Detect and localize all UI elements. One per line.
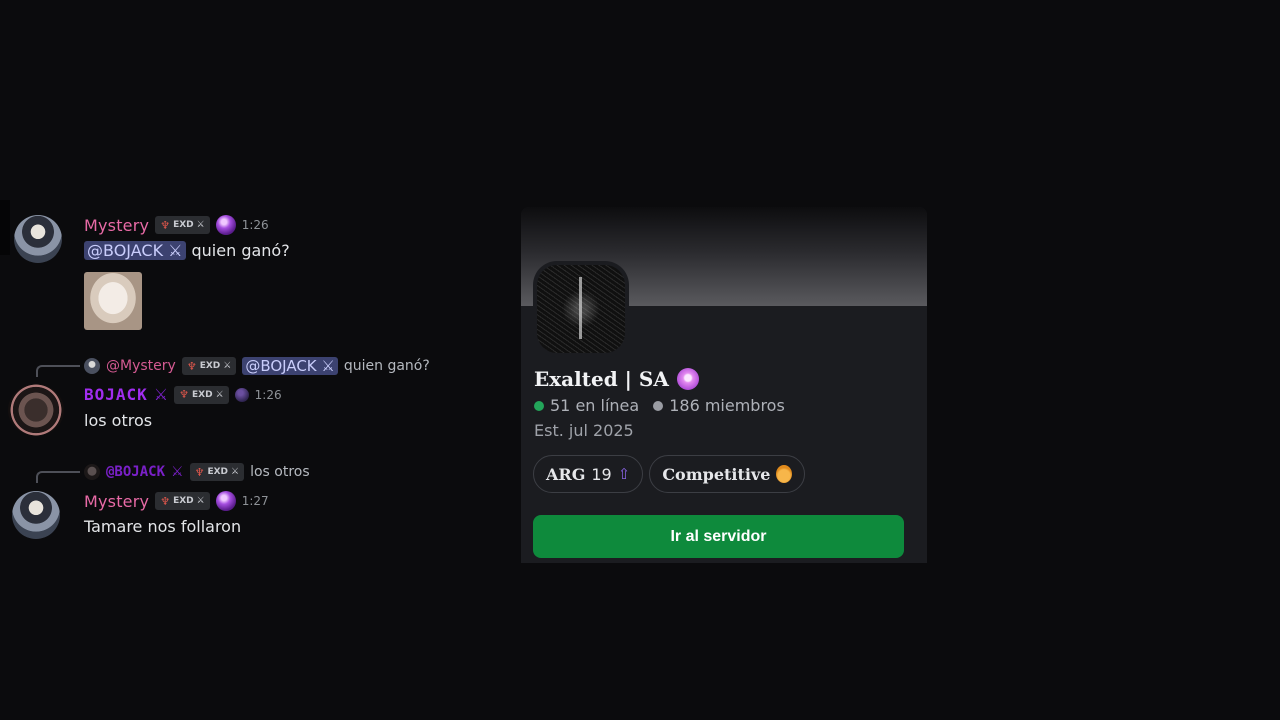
image-attachment[interactable] <box>84 272 142 330</box>
role-tag-label: EXD <box>173 496 194 506</box>
mention-label: @BOJACK <box>245 357 317 375</box>
reply-text: los otros <box>250 464 310 480</box>
timestamp: 1:26 <box>254 387 282 402</box>
sword-icon: ⚔ <box>153 385 169 404</box>
timestamp: 1:26 <box>241 218 269 232</box>
user-mention: @BOJACK ⚔ <box>242 357 338 375</box>
message-text: los otros <box>84 411 153 430</box>
role-tag[interactable]: ♆ EXD ⚔ <box>155 492 210 510</box>
timestamp: 1:27 <box>241 494 269 508</box>
devil-icon: ♆ <box>179 388 190 401</box>
reply-reference[interactable]: @BOJACK ⚔ ♆ EXD ⚔ los otros <box>84 463 310 481</box>
devil-icon: ♆ <box>186 359 197 373</box>
online-dot-icon <box>534 400 544 411</box>
established-date: Est. jul 2025 <box>534 421 634 440</box>
role-tag[interactable]: ♆ EXD ⚔ <box>174 385 229 404</box>
server-name: Exalted | SA <box>534 367 699 391</box>
chip-label: ARG <box>546 464 586 484</box>
server-name-label: Exalted | SA <box>534 367 669 391</box>
sword-icon: ⚔ <box>171 464 184 480</box>
server-icon-image <box>537 265 625 353</box>
devil-icon: ♆ <box>160 494 171 508</box>
tag-chip-competitive[interactable]: Competitive <box>649 455 806 493</box>
message-header: Mystery ♆ EXD ⚔ 1:27 <box>84 491 269 511</box>
message-content: Tamare nos follaron <box>84 517 241 536</box>
chip-label: Competitive <box>662 464 771 484</box>
message-text: Tamare nos follaron <box>84 517 242 536</box>
mini-avatar <box>84 464 100 480</box>
mini-avatar <box>84 358 100 374</box>
reply-spine <box>36 365 80 377</box>
message-header: BOJACK ⚔ ♆ EXD ⚔ 1:26 <box>84 385 282 404</box>
server-invite-card: Exalted | SA 51 en línea 186 miembros Es… <box>521 207 927 563</box>
role-tag[interactable]: ♆ EXD ⚔ <box>155 216 210 234</box>
message-content: los otros <box>84 411 152 430</box>
online-count: 51 en línea <box>550 396 640 415</box>
username[interactable]: Mystery <box>84 216 149 235</box>
role-tag: ♆ EXD ⚔ <box>189 463 245 481</box>
orb-badge-icon <box>234 387 249 402</box>
role-tag: ♆ EXD ⚔ <box>181 357 237 375</box>
username[interactable]: BOJACK <box>84 385 148 404</box>
role-tag-label: EXD <box>207 467 229 477</box>
members-dot-icon <box>653 400 664 411</box>
user-mention[interactable]: @BOJACK ⚔ <box>84 241 186 260</box>
server-boost-icon <box>676 368 699 390</box>
mention-label: @BOJACK <box>87 241 164 260</box>
sword-icon: ⚔ <box>196 496 205 506</box>
tag-chip-arg[interactable]: ARG 19 ⇧ <box>533 455 644 493</box>
chip-number: 19 <box>591 464 612 484</box>
member-count: 186 miembros <box>669 396 785 415</box>
join-server-button[interactable]: Ir al servidor <box>533 515 904 558</box>
message-header: Mystery ♆ EXD ⚔ 1:26 <box>84 215 269 235</box>
medal-icon <box>776 465 793 483</box>
chat-log: Mystery ♆ EXD ⚔ 1:26 @BOJACK ⚔ quien ganó?… <box>0 0 520 720</box>
orb-badge-icon <box>215 491 236 511</box>
username[interactable]: Mystery <box>84 492 149 511</box>
role-tag-label: EXD <box>173 220 194 230</box>
orb-badge-icon <box>215 215 236 235</box>
reply-author: @Mystery <box>106 358 176 374</box>
sword-icon: ⚔ <box>196 220 205 230</box>
reply-reference[interactable]: @Mystery ♆ EXD ⚔ @BOJACK ⚔ quien ganó? <box>84 357 430 375</box>
avatar[interactable] <box>12 491 60 539</box>
message-text: quien ganó? <box>191 241 290 260</box>
reply-spine <box>36 471 80 483</box>
boost-up-icon: ⇧ <box>617 465 631 483</box>
server-stats: 51 en línea 186 miembros <box>534 396 785 415</box>
message-content: @BOJACK ⚔ quien ganó? <box>84 241 290 260</box>
role-tag-label: EXD <box>192 389 213 400</box>
reply-author: @BOJACK <box>106 464 166 480</box>
devil-icon: ♆ <box>160 218 171 232</box>
role-tag-label: EXD <box>199 361 221 371</box>
sword-icon: ⚔ <box>223 361 232 371</box>
server-icon[interactable] <box>533 261 629 357</box>
reply-text: quien ganó? <box>343 358 430 374</box>
sword-icon: ⚔ <box>215 389 224 400</box>
devil-icon: ♆ <box>194 465 205 479</box>
sword-icon: ⚔ <box>231 467 240 477</box>
server-tags: ARG 19 ⇧ Competitive <box>533 455 806 493</box>
avatar[interactable] <box>8 384 64 436</box>
avatar[interactable] <box>14 215 62 263</box>
